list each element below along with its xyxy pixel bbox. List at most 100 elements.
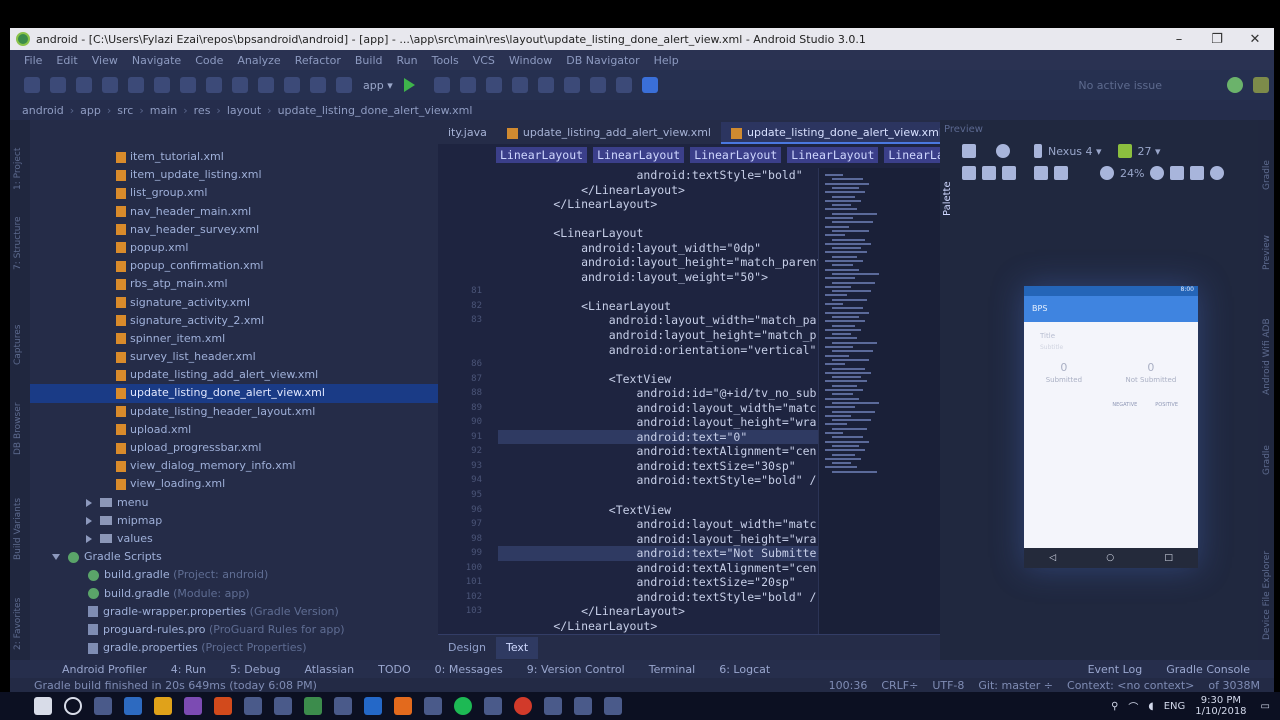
breadcrumb-app[interactable]: app xyxy=(80,104,101,117)
line-separator[interactable]: CRLF÷ xyxy=(881,679,918,692)
tree-file-item[interactable]: update_listing_header_layout.xml xyxy=(30,403,438,421)
cut-icon[interactable] xyxy=(154,77,170,93)
app-icon[interactable] xyxy=(214,697,232,715)
expand-arrow-icon[interactable] xyxy=(86,516,92,525)
preview-tool-tab[interactable]: Preview xyxy=(1262,235,1272,270)
debug-tab[interactable]: 5: Debug xyxy=(230,663,280,676)
forward-icon[interactable] xyxy=(310,77,326,93)
menu-view[interactable]: View xyxy=(92,54,118,67)
menu-refactor[interactable]: Refactor xyxy=(295,54,341,67)
tree-gradle-file[interactable]: build.gradle (Project: android) xyxy=(30,566,438,584)
undo-icon[interactable] xyxy=(102,77,118,93)
tree-folder-mipmap[interactable]: mipmap xyxy=(30,512,438,530)
caret-position[interactable]: 100:36 xyxy=(829,679,868,692)
zoom-in-icon[interactable] xyxy=(1150,166,1165,180)
tab-update-listing-add[interactable]: update_listing_add_alert_view.xml xyxy=(497,122,721,144)
find-icon[interactable] xyxy=(232,77,248,93)
notifications-icon[interactable]: ▭ xyxy=(1261,701,1270,712)
open-folder-icon[interactable] xyxy=(24,77,40,93)
breadcrumb-src[interactable]: src xyxy=(117,104,133,117)
tree-gradle-file[interactable]: gradle-wrapper.properties (Gradle Versio… xyxy=(30,603,438,621)
tree-file-item[interactable]: update_listing_add_alert_view.xml xyxy=(30,366,438,384)
todo-tab[interactable]: TODO xyxy=(378,663,411,676)
menu-code[interactable]: Code xyxy=(195,54,223,67)
breadcrumb-main[interactable]: main xyxy=(150,104,177,117)
device-monitor-icon[interactable] xyxy=(615,77,632,93)
edge-browser-icon[interactable] xyxy=(364,697,382,715)
version-control-tab[interactable]: 9: Version Control xyxy=(527,663,625,676)
app-icon[interactable] xyxy=(334,697,352,715)
sync-gradle-icon[interactable] xyxy=(537,77,554,93)
tree-gradle-file[interactable]: build.gradle (Module: app) xyxy=(30,585,438,603)
tree-file-item[interactable]: survey_list_header.xml xyxy=(30,348,438,366)
breadcrumb-android[interactable]: android xyxy=(22,104,64,117)
menu-window[interactable]: Window xyxy=(509,54,552,67)
terminal-tab[interactable]: Terminal xyxy=(649,663,696,676)
run-icon[interactable] xyxy=(403,78,415,92)
close-button[interactable]: ✕ xyxy=(1236,32,1274,47)
volume-icon[interactable]: ◖ xyxy=(1148,701,1153,712)
api-level-select[interactable]: 27 ▾ xyxy=(1138,145,1161,158)
tree-file-item-selected[interactable]: update_listing_done_alert_view.xml xyxy=(30,384,438,403)
both-views-icon[interactable] xyxy=(1002,166,1016,180)
debug-icon[interactable] xyxy=(433,77,450,93)
wifi-adb-tool-tab[interactable]: Android Wifi ADB xyxy=(1262,318,1272,395)
sdk-manager-icon[interactable] xyxy=(589,77,606,93)
tree-file-item[interactable]: nav_header_main.xml xyxy=(30,203,438,221)
orientation-icon[interactable] xyxy=(996,144,1010,158)
zoom-out-icon[interactable] xyxy=(1100,166,1114,180)
menu-navigate[interactable]: Navigate xyxy=(132,54,181,67)
project-tool-tab[interactable]: 1: Project xyxy=(13,148,23,190)
build-variants-tool-tab[interactable]: Build Variants xyxy=(13,498,23,560)
tree-file-item[interactable]: view_dialog_memory_info.xml xyxy=(30,457,438,475)
app-icon[interactable] xyxy=(274,697,292,715)
gradle-tool-tab[interactable]: Gradle xyxy=(1262,445,1272,475)
app-icon[interactable] xyxy=(574,697,592,715)
sync-icon[interactable] xyxy=(76,77,92,93)
tree-file-item[interactable]: spinner_item.xml xyxy=(30,330,438,348)
paste-icon[interactable] xyxy=(206,77,222,93)
menu-analyze[interactable]: Analyze xyxy=(237,54,280,67)
tag-crumb[interactable]: LinearLayout xyxy=(593,147,685,163)
file-explorer-icon[interactable] xyxy=(154,697,172,715)
gradle-console-tab[interactable]: Gradle Console xyxy=(1166,663,1250,676)
tag-crumb[interactable]: LinearLayout xyxy=(496,147,588,163)
app-icon[interactable] xyxy=(544,697,562,715)
device-select[interactable]: Nexus 4 ▾ xyxy=(1048,145,1102,158)
language-indicator[interactable]: ENG xyxy=(1164,701,1186,712)
tree-file-item[interactable]: upload.xml xyxy=(30,421,438,439)
attach-debugger-icon[interactable] xyxy=(485,77,502,93)
design-view-icon[interactable] xyxy=(962,166,976,180)
event-log-tab[interactable]: Event Log xyxy=(1088,663,1143,676)
zoom-fit-icon[interactable] xyxy=(1170,166,1185,180)
redo-icon[interactable] xyxy=(128,77,144,93)
maximize-button[interactable]: ❐ xyxy=(1198,32,1236,47)
captures-tool-tab[interactable]: Captures xyxy=(13,325,23,365)
tree-file-item[interactable]: item_update_listing.xml xyxy=(30,166,438,184)
tree-file-item[interactable]: signature_activity.xml xyxy=(30,294,438,312)
gradle-tool-tab-top[interactable]: Gradle xyxy=(1262,160,1272,190)
tree-file-item[interactable]: nav_header_survey.xml xyxy=(30,221,438,239)
tree-gradle-file[interactable]: gradle.properties (Project Properties) xyxy=(30,639,438,657)
tag-crumb[interactable]: LinearLayout xyxy=(787,147,879,163)
stop-icon[interactable] xyxy=(511,77,528,93)
visual-studio-icon[interactable] xyxy=(184,697,202,715)
wifi-icon[interactable]: ⌒ xyxy=(1128,699,1138,714)
android-profiler-tab[interactable]: Android Profiler xyxy=(62,663,147,676)
help-icon[interactable] xyxy=(641,77,658,93)
spotify-icon[interactable] xyxy=(454,697,472,715)
profile-icon[interactable] xyxy=(459,77,476,93)
tree-gradle-scripts[interactable]: Gradle Scripts xyxy=(30,548,438,566)
file-encoding[interactable]: UTF-8 xyxy=(932,679,964,692)
avd-manager-icon[interactable] xyxy=(563,77,580,93)
tree-gradle-file[interactable]: proguard-rules.pro (ProGuard Rules for a… xyxy=(30,621,438,639)
task-view-icon[interactable] xyxy=(94,697,112,715)
favorites-tool-tab[interactable]: 2: Favorites xyxy=(13,598,23,650)
edge-icon[interactable] xyxy=(124,697,142,715)
people-icon[interactable]: ⚲ xyxy=(1111,701,1118,712)
atlassian-tab[interactable]: Atlassian xyxy=(304,663,354,676)
clock[interactable]: 9:30 PM 1/10/2018 xyxy=(1195,695,1246,717)
tag-crumb[interactable]: LinearLayout xyxy=(690,147,782,163)
breadcrumb-layout[interactable]: layout xyxy=(227,104,261,117)
layers-icon[interactable] xyxy=(962,144,976,158)
